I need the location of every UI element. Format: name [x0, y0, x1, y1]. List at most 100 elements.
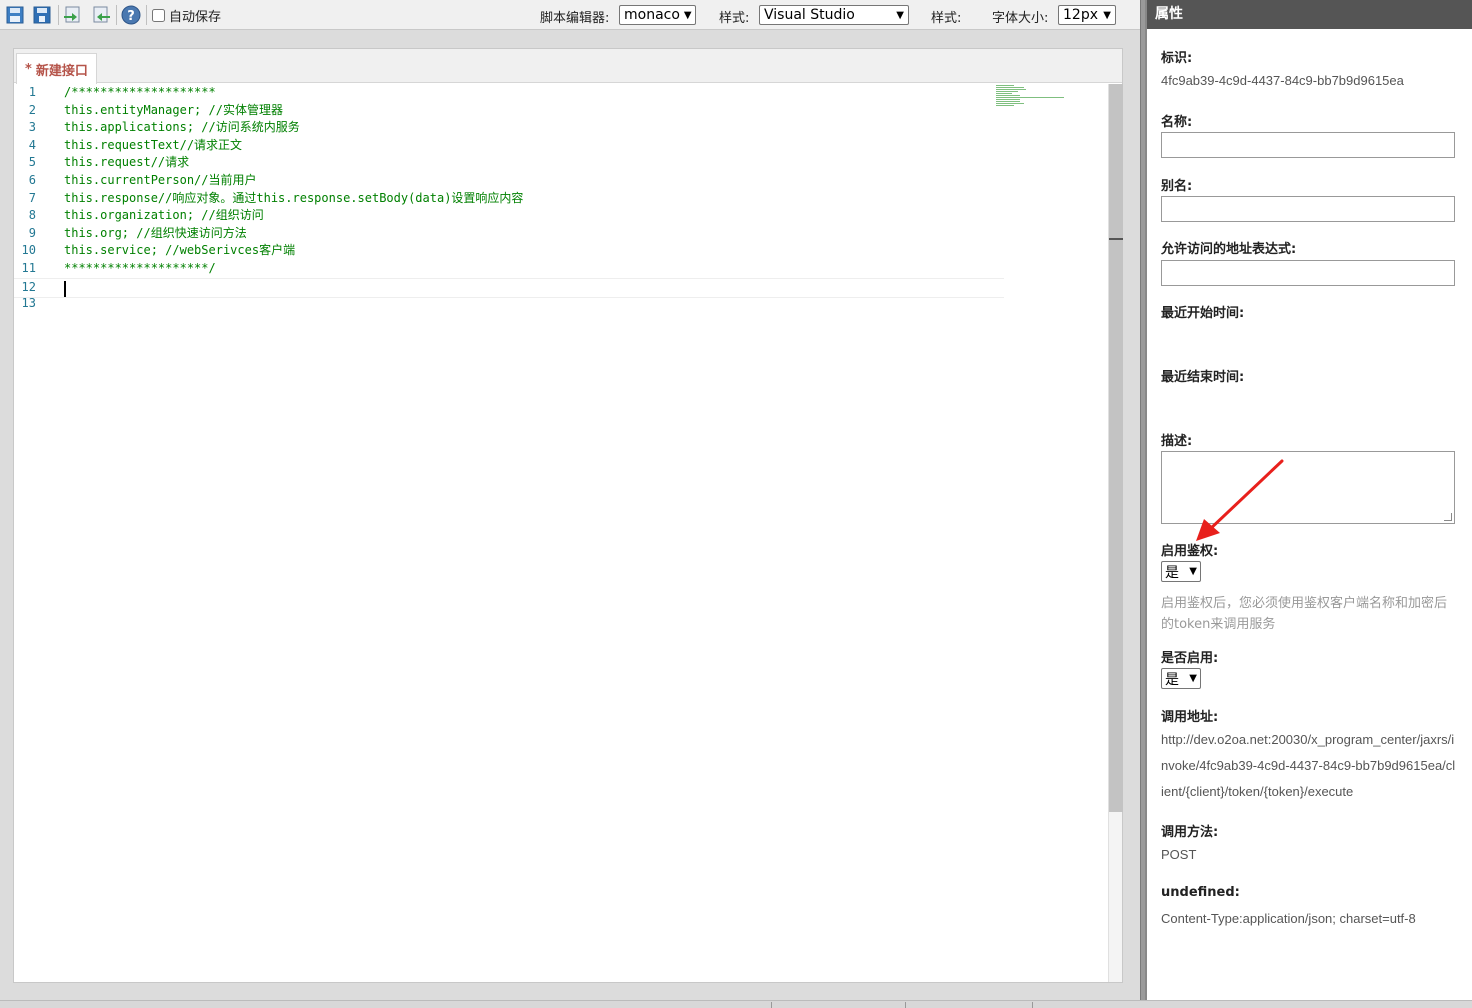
- tab-new-interface[interactable]: * 新建接口: [16, 53, 97, 84]
- alias-input[interactable]: [1161, 196, 1455, 222]
- enable-auth-select[interactable]: 是 ▼: [1161, 561, 1201, 582]
- code-text: this.org; //组织快速访问方法: [64, 225, 247, 240]
- toolbar-separator: [58, 5, 59, 25]
- line-number: 3: [28, 120, 36, 135]
- line-number: 7: [28, 190, 36, 205]
- resize-grip-icon[interactable]: [1444, 513, 1452, 521]
- annotation-arrow-icon: [1196, 459, 1284, 541]
- toolbar: ? 自动保存 脚本编辑器: monaco ▼ 样式: Visual Studio ▼…: [0, 0, 1142, 30]
- code-line: 2 this.entityManager; //实体管理器: [14, 102, 1004, 120]
- code-line: 6 this.currentPerson//当前用户: [14, 172, 1004, 190]
- enable-auth-value: 是: [1165, 564, 1179, 581]
- code-line: 3 this.applications; //访问系统内服务: [14, 119, 1004, 137]
- toolbar-separator: [116, 5, 117, 25]
- code-text: this.entityManager; //实体管理器: [64, 102, 283, 117]
- import-icon[interactable]: [63, 5, 83, 25]
- name-input[interactable]: [1161, 132, 1455, 158]
- chevron-down-icon: ▼: [1103, 9, 1111, 21]
- editor-select[interactable]: monaco ▼: [619, 5, 696, 25]
- text-cursor: [64, 280, 66, 297]
- editor-panel: * 新建接口 1 /******************** 2 this.enti…: [13, 48, 1123, 983]
- scrollbar-cursor-marker: [1109, 238, 1123, 240]
- line-number: 5: [28, 155, 36, 170]
- code-line: 9 this.org; //组织快速访问方法: [14, 225, 1004, 243]
- style-select-value: Visual Studio: [764, 7, 855, 23]
- code-line: 13: [14, 295, 1004, 313]
- allowed-address-input[interactable]: [1161, 260, 1455, 286]
- line-number: 11: [21, 261, 36, 275]
- invoke-url-value: http://dev.o2oa.net:20030/x_program_cent…: [1161, 732, 1456, 799]
- save-icon[interactable]: [5, 5, 25, 25]
- toolbar-separator: [146, 5, 147, 25]
- code-text: this.request//请求: [64, 155, 190, 170]
- line-number: 8: [28, 208, 36, 223]
- is-enabled-value: 是: [1165, 671, 1179, 688]
- line-number: 13: [21, 296, 36, 311]
- is-enabled-select[interactable]: 是 ▼: [1161, 668, 1201, 689]
- code-line: 5 this.request//请求: [14, 154, 1004, 172]
- line-number: 9: [28, 225, 36, 240]
- style-label: 样式:: [719, 11, 750, 26]
- invoke-method-value: POST: [1161, 847, 1197, 862]
- chevron-down-icon: ▼: [1189, 566, 1197, 577]
- content-type-label: undefined:: [1161, 885, 1240, 900]
- code-text: this.response//响应对象。通过this.response.setB…: [64, 190, 524, 205]
- code-text: this.applications; //访问系统内服务: [64, 120, 300, 135]
- tab-label: 新建接口: [35, 63, 88, 79]
- code-text: this.requestText//请求正文: [64, 137, 243, 152]
- content-type-value: Content-Type:application/json; charset=u…: [1161, 911, 1416, 926]
- line-number: 6: [28, 173, 36, 187]
- properties-header: 属性: [1147, 0, 1472, 29]
- save-all-icon[interactable]: [32, 5, 52, 25]
- vertical-scrollbar[interactable]: [1108, 84, 1123, 982]
- code-text: this.service; //webSerivces客户端: [64, 243, 296, 258]
- tab-bar: * 新建接口: [14, 49, 1122, 84]
- id-value: 4fc9ab39-4c9d-4437-84c9-bb7b9d9615ea: [1161, 73, 1404, 88]
- autosave-checkbox[interactable]: [152, 9, 165, 22]
- code-line: 8 this.organization; //组织访问: [14, 207, 1004, 225]
- autosave-toggle[interactable]: 自动保存: [152, 6, 221, 25]
- last-start-time-label: 最近开始时间:: [1161, 306, 1245, 321]
- code-line: 11 ********************/: [14, 260, 1004, 278]
- code-text: /********************: [64, 85, 216, 99]
- line-number: 1: [28, 85, 36, 99]
- code-line: 1 /********************: [14, 84, 1004, 102]
- code-text: this.currentPerson//当前用户: [64, 173, 257, 187]
- autosave-label: 自动保存: [169, 10, 222, 25]
- code-line: 10 this.service; //webSerivces客户端: [14, 242, 1004, 260]
- chevron-down-icon: ▼: [896, 9, 904, 21]
- chevron-down-icon: ▼: [1189, 673, 1197, 684]
- chevron-down-icon: ▼: [683, 9, 692, 21]
- line-number: 4: [28, 137, 36, 152]
- invoke-method-label: 调用方法:: [1161, 825, 1219, 840]
- line-number: 12: [21, 279, 36, 294]
- description-label: 描述:: [1161, 434, 1193, 449]
- status-bar: [0, 1000, 1472, 1008]
- is-enabled-label: 是否启用:: [1161, 651, 1219, 666]
- svg-text:?: ?: [127, 9, 135, 24]
- code-text: this.organization; //组织访问: [64, 208, 264, 223]
- last-end-time-label: 最近结束时间:: [1161, 370, 1245, 385]
- fontsize-select-value: 12px: [1063, 7, 1098, 23]
- code-editor[interactable]: 1 /******************** 2 this.entityManag…: [14, 84, 1108, 982]
- minimap[interactable]: [996, 84, 1108, 108]
- line-number: 10: [21, 243, 36, 258]
- invoke-url-label: 调用地址:: [1161, 710, 1219, 725]
- allowed-address-label: 允许访问的地址表达式:: [1161, 242, 1297, 257]
- fontsize-label: 字体大小:: [992, 11, 1049, 26]
- code-line: 4 this.requestText//请求正文: [14, 137, 1004, 155]
- editor-label: 脚本编辑器:: [540, 11, 610, 26]
- modified-marker: *: [25, 61, 32, 77]
- line-number: 2: [28, 102, 36, 117]
- style-select[interactable]: Visual Studio ▼: [759, 5, 909, 25]
- name-label: 名称:: [1161, 115, 1193, 130]
- export-icon[interactable]: [91, 5, 111, 25]
- style-label-2: 样式:: [931, 11, 962, 26]
- auth-hint: 启用鉴权后，您必须使用鉴权客户端名称和加密后的token来调用服务: [1161, 596, 1448, 632]
- help-icon[interactable]: ?: [121, 5, 141, 25]
- alias-label: 别名:: [1161, 179, 1193, 194]
- fontsize-select[interactable]: 12px ▼: [1058, 5, 1116, 25]
- code-text: ********************/: [64, 261, 216, 275]
- editor-select-value: monaco: [624, 7, 680, 23]
- scrollbar-thumb[interactable]: [1109, 84, 1123, 812]
